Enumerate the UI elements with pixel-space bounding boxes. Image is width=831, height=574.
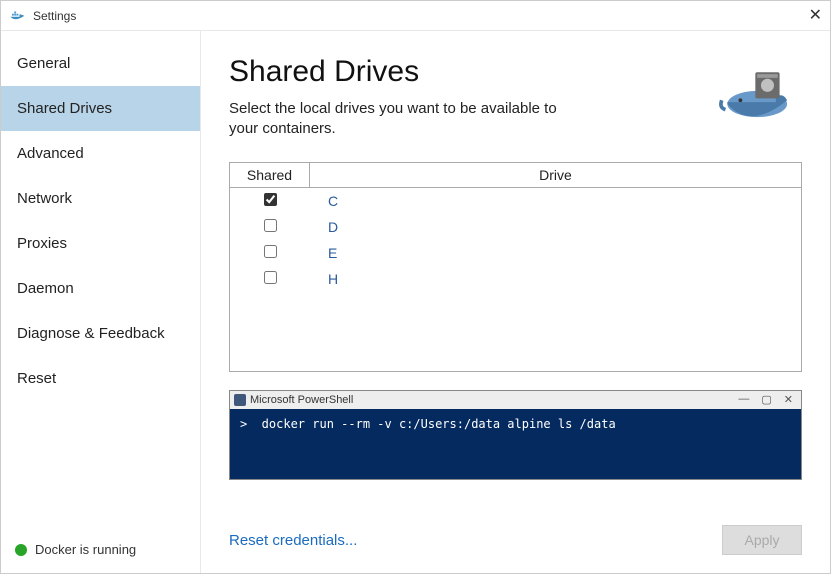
ps-minimize-icon[interactable]: — xyxy=(738,393,749,406)
drive-letter: H xyxy=(310,271,338,287)
shared-checkbox-d[interactable] xyxy=(264,219,277,232)
ps-close-icon[interactable]: ✕ xyxy=(784,393,793,406)
docker-whale-icon xyxy=(9,7,27,25)
main-panel: Shared Drives Select the local drives yo… xyxy=(201,31,830,573)
status-dot-icon xyxy=(15,544,27,556)
sidebar-item-shared-drives[interactable]: Shared Drives xyxy=(1,86,200,131)
docker-status: Docker is running xyxy=(1,526,200,573)
shared-checkbox-e[interactable] xyxy=(264,245,277,258)
shared-checkbox-h[interactable] xyxy=(264,271,277,284)
drive-letter: D xyxy=(310,219,338,235)
table-row[interactable]: D xyxy=(230,214,801,240)
reset-credentials-link[interactable]: Reset credentials... xyxy=(229,532,357,549)
sidebar-item-proxies[interactable]: Proxies xyxy=(1,221,200,266)
docker-whale-illustration-icon xyxy=(718,55,802,125)
table-row[interactable]: H xyxy=(230,266,801,292)
drive-table: Shared Drive C D E H xyxy=(229,162,802,372)
table-row[interactable]: C xyxy=(230,188,801,214)
ps-maximize-icon[interactable]: ▢ xyxy=(761,393,771,406)
close-icon[interactable]: ✕ xyxy=(809,5,822,25)
page-description: Select the local drives you want to be a… xyxy=(229,99,569,140)
sidebar-item-network[interactable]: Network xyxy=(1,176,200,221)
sidebar-item-general[interactable]: General xyxy=(1,41,200,86)
drive-letter: C xyxy=(310,193,338,209)
status-text: Docker is running xyxy=(35,542,136,557)
shared-checkbox-c[interactable] xyxy=(264,193,277,206)
sidebar: General Shared Drives Advanced Network P… xyxy=(1,31,201,573)
sidebar-item-daemon[interactable]: Daemon xyxy=(1,266,200,311)
apply-button: Apply xyxy=(722,525,802,555)
sidebar-item-advanced[interactable]: Advanced xyxy=(1,131,200,176)
powershell-icon xyxy=(234,394,246,406)
drive-letter: E xyxy=(310,245,337,261)
table-row[interactable]: E xyxy=(230,240,801,266)
powershell-title: Microsoft PowerShell xyxy=(250,394,353,406)
column-header-drive[interactable]: Drive xyxy=(310,163,801,187)
sidebar-item-reset[interactable]: Reset xyxy=(1,356,200,401)
sidebar-item-diagnose-feedback[interactable]: Diagnose & Feedback xyxy=(1,311,200,356)
column-header-shared[interactable]: Shared xyxy=(230,163,310,187)
window-title: Settings xyxy=(33,9,76,23)
powershell-body[interactable]: > docker run --rm -v c:/Users:/data alpi… xyxy=(230,409,801,479)
page-title: Shared Drives xyxy=(229,55,710,89)
powershell-panel: Microsoft PowerShell — ▢ ✕ > docker run … xyxy=(229,390,802,480)
